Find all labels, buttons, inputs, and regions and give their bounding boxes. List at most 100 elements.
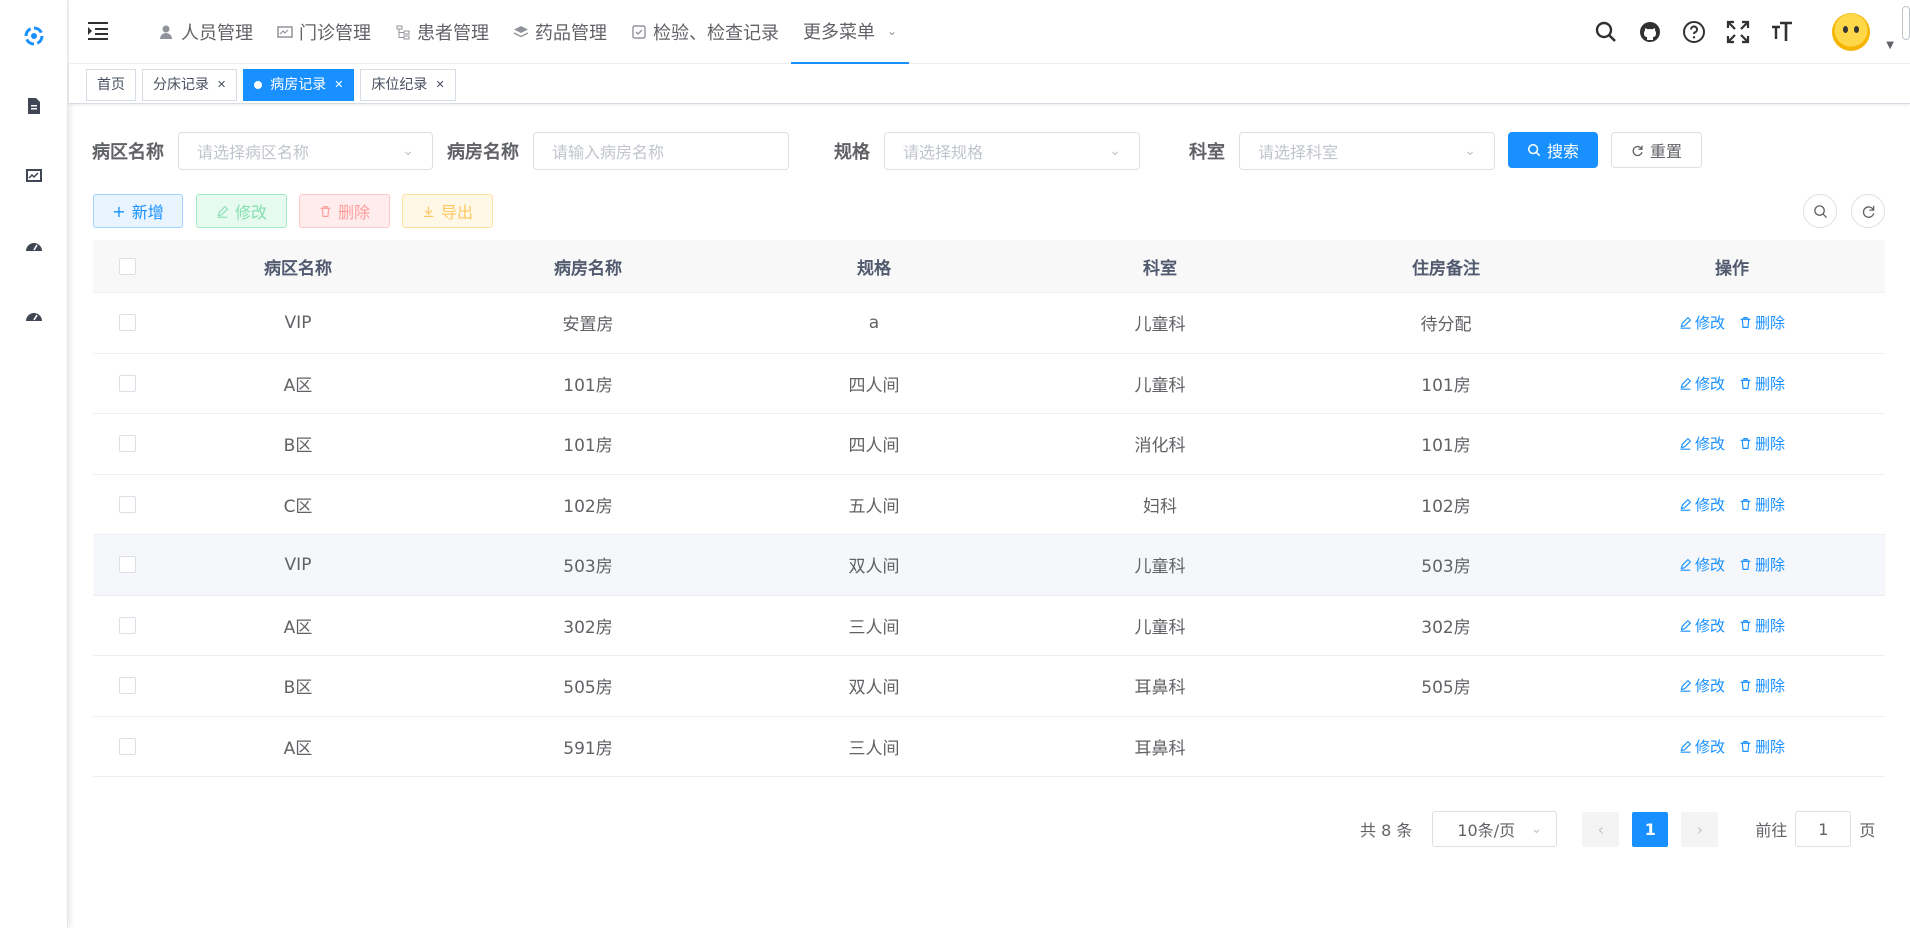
table-cell: 101房 [563, 436, 613, 457]
row-delete-button[interactable]: 删除 [1739, 615, 1785, 636]
export-button[interactable]: 导出 [402, 194, 493, 228]
row-edit-button[interactable]: 修改 [1679, 494, 1725, 515]
edit-icon [1680, 317, 1692, 330]
document-icon[interactable] [22, 94, 46, 118]
table-row[interactable]: VIP 安置房 a 儿童科 待分配 修改 删除 [93, 293, 1885, 354]
column-header[interactable]: 病房名称 [435, 254, 741, 279]
row-checkbox[interactable] [118, 616, 136, 634]
menu-item-clinic[interactable]: 门诊管理 [265, 0, 383, 64]
row-delete-button[interactable]: 删除 [1739, 312, 1785, 333]
font-size-icon[interactable] [1770, 20, 1794, 44]
search-icon[interactable] [1594, 20, 1618, 44]
row-edit-button[interactable]: 修改 [1679, 312, 1725, 333]
menu-item-label: 更多菜单 [803, 22, 875, 43]
room-input[interactable]: 请输入病房名称 [533, 132, 789, 170]
close-icon[interactable]: ✕ [334, 70, 343, 100]
monitor-icon[interactable] [22, 164, 46, 188]
row-checkbox[interactable] [118, 495, 136, 513]
table-row[interactable]: A区 302房 三人间 儿童科 302房 修改 删除 [93, 595, 1885, 656]
column-header[interactable]: 规格 [741, 254, 1007, 279]
github-icon[interactable] [1638, 20, 1662, 44]
goto-label: 前往 [1755, 821, 1788, 840]
menu-item-lab-records[interactable]: 检验、检查记录 [619, 0, 791, 64]
goto-page-input[interactable]: 1 [1795, 811, 1852, 847]
search-button[interactable]: 搜索 [1508, 132, 1598, 168]
table-row[interactable]: A区 101房 四人间 儿童科 101房 修改 删除 [93, 353, 1885, 414]
search-icon [1813, 204, 1827, 218]
tag-home[interactable]: 首页 [86, 69, 136, 101]
table-row[interactable]: VIP 503房 双人间 儿童科 503房 修改 删除 [93, 535, 1885, 596]
menu-item-staff[interactable]: 人员管理 [147, 0, 265, 64]
row-delete-button[interactable]: 删除 [1739, 494, 1785, 515]
ward-select[interactable]: 请选择病区名称 ⌄ [178, 132, 433, 170]
edit-icon [217, 205, 229, 218]
toggle-search-button[interactable] [1803, 194, 1837, 228]
row-delete-button[interactable]: 删除 [1739, 554, 1785, 575]
tag-ward-records[interactable]: 病房记录 ✕ [243, 69, 355, 101]
row-checkbox[interactable] [118, 435, 136, 453]
logo-icon[interactable] [22, 24, 46, 48]
actions-cell: 修改 删除 [1579, 675, 1885, 696]
caret-down-icon[interactable]: ▼ [1886, 40, 1894, 51]
table-row[interactable]: B区 101房 四人间 消化科 101房 修改 删除 [93, 414, 1885, 475]
table-cell: 待分配 [1420, 315, 1472, 336]
edit-icon [1680, 740, 1692, 753]
row-delete-button[interactable]: 删除 [1739, 373, 1785, 394]
row-delete-button[interactable]: 删除 [1739, 433, 1785, 454]
tag-bed-records[interactable]: 床位纪录 ✕ [360, 69, 456, 101]
pagination: 共 8 条 10条/页 ⌄ ‹ 1 › 前往 1 页 [1360, 811, 1875, 847]
column-header[interactable]: 病区名称 [161, 254, 435, 279]
column-header[interactable]: 住房备注 [1313, 254, 1579, 279]
page-size-value: 10条/页 [1457, 821, 1516, 840]
spec-select[interactable]: 请选择规格 ⌄ [884, 132, 1140, 170]
delete-button[interactable]: 删除 [299, 194, 390, 228]
chevron-down-icon: ⌄ [1464, 143, 1476, 159]
reset-button[interactable]: 重置 [1611, 132, 1702, 168]
menu-item-more[interactable]: 更多菜单 ⌄ [791, 0, 910, 64]
row-edit-button[interactable]: 修改 [1679, 433, 1725, 454]
table-cell: A区 [283, 617, 313, 638]
page-number-current[interactable]: 1 [1632, 811, 1669, 847]
avatar[interactable] [1832, 13, 1870, 51]
table-row[interactable]: B区 505房 双人间 耳鼻科 505房 修改 删除 [93, 656, 1885, 717]
row-edit-button[interactable]: 修改 [1679, 615, 1725, 636]
tag-bed-assignment[interactable]: 分床记录 ✕ [142, 69, 238, 101]
table-cell: B区 [283, 436, 313, 457]
row-delete-button[interactable]: 删除 [1739, 675, 1785, 696]
menu-item-drugs[interactable]: 药品管理 [501, 0, 619, 64]
row-checkbox[interactable] [118, 374, 136, 392]
add-button[interactable]: + 新增 [93, 194, 183, 228]
table-row[interactable]: A区 591房 三人间 耳鼻科 修改 删除 [93, 716, 1885, 777]
column-header[interactable]: 科室 [1007, 254, 1313, 279]
actions-cell: 修改 删除 [1579, 373, 1885, 394]
hamburger-icon[interactable] [87, 20, 109, 42]
row-edit-button[interactable]: 修改 [1679, 373, 1725, 394]
dashboard-icon[interactable] [22, 304, 46, 328]
next-page-button[interactable]: › [1681, 811, 1719, 847]
row-delete-button[interactable]: 删除 [1739, 736, 1785, 757]
row-checkbox[interactable] [118, 737, 136, 755]
close-icon[interactable]: ✕ [217, 70, 226, 100]
table-row[interactable]: C区 102房 五人间 妇科 102房 修改 删除 [93, 474, 1885, 535]
select-all-checkbox[interactable] [118, 257, 136, 275]
edit-button[interactable]: 修改 [196, 194, 287, 228]
row-edit-button[interactable]: 修改 [1679, 736, 1725, 757]
dashboard-icon[interactable] [22, 234, 46, 258]
row-edit-button[interactable]: 修改 [1679, 554, 1725, 575]
row-checkbox[interactable] [118, 556, 136, 574]
row-checkbox[interactable] [118, 314, 136, 332]
menu-item-patients[interactable]: 患者管理 [383, 0, 501, 64]
close-icon[interactable]: ✕ [435, 70, 444, 100]
row-checkbox[interactable] [118, 677, 136, 695]
row-delete-label: 删除 [1755, 737, 1786, 756]
row-edit-button[interactable]: 修改 [1679, 675, 1725, 696]
page-size-select[interactable]: 10条/页 ⌄ [1432, 811, 1558, 847]
scrollbar[interactable] [1902, 6, 1910, 40]
help-icon[interactable] [1682, 20, 1706, 44]
trash-icon [1740, 498, 1751, 510]
fullscreen-icon[interactable] [1726, 20, 1750, 44]
prev-page-button[interactable]: ‹ [1582, 811, 1620, 847]
menu-item-label: 人员管理 [181, 23, 253, 44]
dept-select[interactable]: 请选择科室 ⌄ [1239, 132, 1495, 170]
refresh-button[interactable] [1851, 194, 1885, 228]
